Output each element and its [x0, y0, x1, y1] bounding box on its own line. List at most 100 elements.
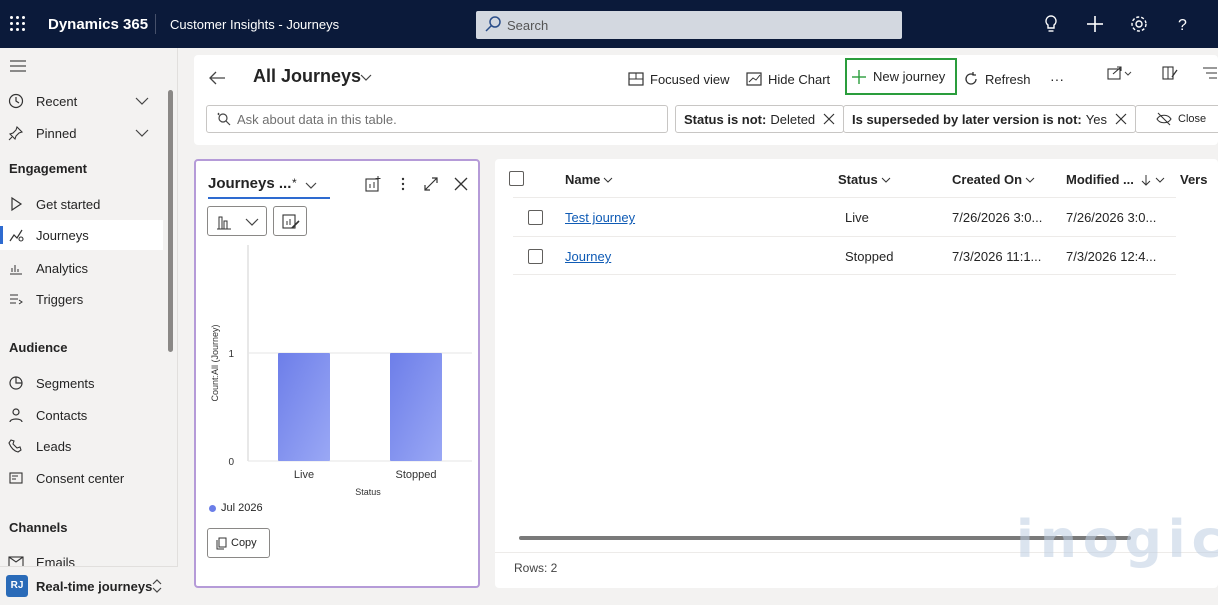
sidebar-item-get-started[interactable]: Get started [0, 189, 163, 219]
sidebar-item-recent[interactable]: Recent [0, 86, 163, 116]
column-header-modified-on[interactable]: Modified ... [1066, 172, 1165, 187]
lightbulb-icon[interactable] [1040, 13, 1062, 35]
edit-columns-icon[interactable] [1162, 65, 1178, 81]
sidebar-item-segments[interactable]: Segments [0, 368, 163, 398]
sidebar-scrollbar[interactable] [168, 90, 173, 352]
close-icon[interactable] [452, 175, 470, 193]
sidebar-item-label: Recent [36, 93, 78, 109]
new-journey-label: New journey [873, 69, 946, 84]
app-launcher-icon[interactable] [10, 16, 26, 32]
chevron-down-icon[interactable] [360, 71, 372, 83]
chip-label: Is superseded by later version is not: [852, 111, 1082, 127]
legend-swatch [209, 504, 216, 512]
sidebar-item-contacts[interactable]: Contacts [0, 400, 163, 430]
person-icon [9, 408, 23, 423]
copy-icon [216, 537, 227, 549]
x-tick-label: Live [294, 469, 314, 481]
sidebar-item-label: Triggers [36, 291, 84, 307]
analytics-icon [10, 265, 22, 275]
share-icon[interactable] [1107, 65, 1135, 81]
sidebar-item-label: Contacts [36, 407, 88, 423]
divider [155, 14, 156, 34]
cell-status: Live [845, 210, 869, 225]
column-header-status[interactable]: Status [838, 172, 891, 187]
column-label: Status [838, 172, 878, 187]
row-checkbox[interactable] [528, 249, 543, 264]
x-tick-label: Stopped [396, 469, 437, 481]
y-tick-label: 1 [228, 349, 234, 360]
chevron-updown-icon [152, 579, 162, 593]
app-name[interactable]: Customer Insights - Journeys [170, 17, 339, 32]
sidebar-item-label: Leads [36, 438, 72, 454]
new-journey-button[interactable]: New journey [845, 58, 958, 95]
copy-button[interactable]: Copy [207, 528, 270, 558]
column-label: Modified ... [1066, 172, 1134, 187]
select-all-checkbox[interactable] [509, 171, 524, 186]
sidebar-item-journeys[interactable]: Journeys [0, 220, 163, 250]
cell-modified-on: 7/26/2026 3:0... [1066, 210, 1157, 225]
sidebar-item-label: Analytics [36, 260, 89, 276]
section-header-audience: Audience [9, 340, 68, 355]
sidebar-item-emails[interactable]: Emails [0, 548, 163, 566]
hide-chart-button[interactable]: Hide Chart [746, 63, 830, 95]
chevron-down-icon[interactable] [305, 179, 317, 191]
add-chart-icon[interactable] [364, 175, 382, 193]
plus-icon[interactable] [1084, 13, 1106, 35]
cell-created-on: 7/26/2026 3:0... [952, 210, 1043, 225]
close-icon[interactable] [1115, 113, 1127, 125]
copy-label: Copy [231, 537, 257, 549]
view-title[interactable]: All Journeys [253, 66, 361, 87]
watermark-logo: inogic [1016, 510, 1218, 570]
row-checkbox[interactable] [528, 210, 543, 225]
close-icon[interactable] [823, 113, 835, 125]
phone-person-icon [8, 439, 22, 453]
cell-name[interactable]: Test journey [565, 210, 635, 225]
bar-chart-icon [217, 216, 259, 230]
section-header-channels: Channels [9, 520, 68, 535]
brand-title[interactable]: Dynamics 365 [48, 16, 148, 33]
expand-icon[interactable] [422, 175, 440, 193]
sidebar-item-label: Segments [36, 375, 95, 391]
sidebar-item-label: Get started [36, 196, 101, 212]
chart-type-dropdown[interactable] [207, 206, 267, 236]
column-header-version[interactable]: Vers [1180, 172, 1207, 187]
chart-title[interactable]: Journeys ... [208, 175, 291, 192]
close-label: Close [1178, 113, 1207, 125]
global-search-input[interactable]: Search [476, 11, 902, 39]
back-arrow-icon[interactable] [208, 70, 226, 86]
refresh-button[interactable]: Refresh [963, 63, 1031, 95]
plus-icon [852, 69, 866, 84]
area-label: Real-time journeys [36, 579, 153, 594]
table-row[interactable]: Journey Stopped 7/3/2026 11:1... 7/3/202… [513, 236, 1176, 275]
sidebar-item-pinned[interactable]: Pinned [0, 118, 163, 148]
more-vertical-icon[interactable] [394, 175, 412, 193]
sidebar-item-analytics[interactable]: Analytics [0, 253, 163, 283]
sidebar-item-label: Pinned [36, 125, 77, 141]
focused-view-button[interactable]: Focused view [628, 63, 729, 95]
copilot-search-icon [217, 112, 231, 126]
more-commands-button[interactable]: ··· [1050, 63, 1064, 95]
sidebar-item-label: Emails [36, 555, 76, 566]
table-row[interactable]: Test journey Live 7/26/2026 3:0... 7/26/… [513, 197, 1176, 236]
filter-icon[interactable] [1202, 65, 1218, 81]
column-header-created-on[interactable]: Created On [952, 172, 1035, 187]
filter-chip-superseded[interactable]: Is superseded by later version is not: Y… [843, 105, 1136, 133]
chart-legend[interactable]: Jul 2026 [209, 502, 263, 514]
gear-icon[interactable] [1128, 13, 1150, 35]
hamburger-icon[interactable] [10, 60, 26, 72]
area-switcher[interactable]: RJ Real-time journeys [0, 566, 178, 605]
close-filters-button[interactable]: Close [1135, 105, 1218, 133]
sidebar-item-triggers[interactable]: Triggers [0, 284, 163, 314]
ask-copilot-input[interactable]: Ask about data in this table. [206, 105, 668, 133]
column-header-name[interactable]: Name [565, 172, 613, 187]
help-icon[interactable]: ? [1172, 13, 1194, 35]
chart-edit-button[interactable] [273, 206, 307, 236]
chip-value: Yes [1085, 111, 1107, 127]
sidebar-item-leads[interactable]: Leads [0, 431, 163, 461]
cell-name[interactable]: Journey [565, 249, 611, 264]
filter-chip-status[interactable]: Status is not: Deleted [675, 105, 845, 133]
sidebar: Recent Pinned Engagement Get started Jou… [0, 48, 178, 605]
sidebar-item-consent-center[interactable]: Consent center [0, 463, 163, 493]
x-axis-title: Status [355, 487, 381, 497]
svg-text:?: ? [1178, 17, 1187, 34]
